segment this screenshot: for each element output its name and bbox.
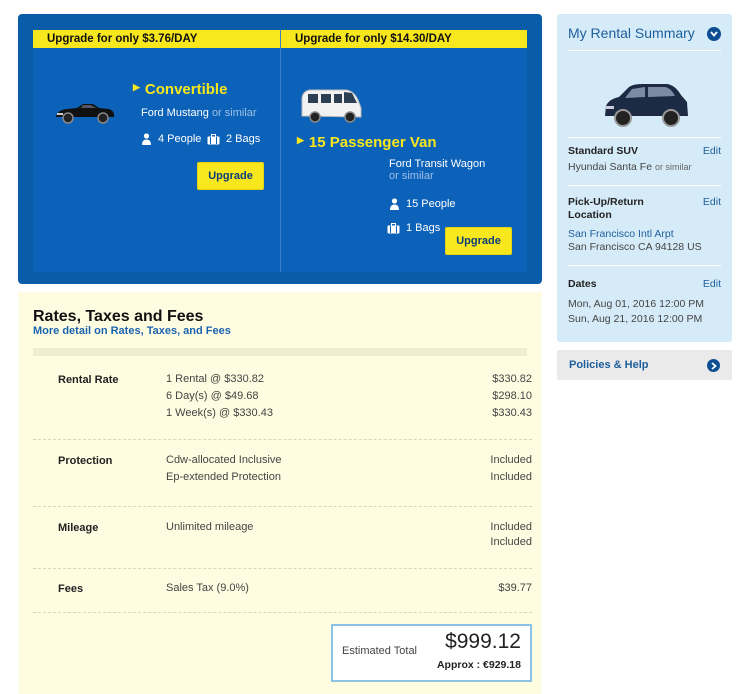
upgrade-option-convertible: Upgrade for only $3.76/DAY ▶ Convertible …	[33, 30, 280, 272]
edit-vehicle-link[interactable]: Edit	[703, 145, 721, 157]
summary-title: My Rental Summary	[568, 25, 695, 41]
vehicle-model-text: Hyundai Santa Fe or similar	[568, 161, 692, 173]
estimated-total-approx: Approx : €929.18	[436, 659, 521, 671]
car-category-title: ▶ Convertible	[133, 81, 228, 98]
rate-heading-rental: Rental Rate	[58, 374, 119, 386]
edit-location-link[interactable]: Edit	[703, 196, 721, 208]
rates-title: Rates, Taxes and Fees	[33, 308, 204, 325]
passenger-capacity: 15 People	[389, 198, 456, 210]
rental-summary: My Rental Summary Standard SUV Edit Hyun…	[557, 14, 732, 342]
rate-heading-mileage: Mileage	[58, 522, 99, 534]
rate-line-desc: Unlimited mileage	[166, 521, 254, 533]
suv-image	[605, 84, 688, 127]
chevron-right-icon	[707, 359, 720, 372]
rate-heading-protection: Protection	[58, 455, 113, 467]
policies-help-label: Policies & Help	[569, 359, 649, 371]
policies-help-button[interactable]: Policies & Help	[557, 350, 732, 380]
return-date-text: Sun, Aug 21, 2016 12:00 PM	[568, 313, 703, 325]
rate-line-amount: $330.82	[492, 373, 532, 385]
rate-line-desc: 1 Week(s) @ $330.43	[166, 407, 273, 419]
rate-line-desc: Sales Tax (9.0%)	[166, 582, 249, 594]
rate-line-amount: $330.43	[492, 407, 532, 419]
car-similar-text: or similar	[389, 170, 434, 182]
rate-divider	[33, 506, 532, 507]
summary-divider	[568, 50, 721, 51]
upgrade-price-banner: Upgrade for only $3.76/DAY	[33, 30, 280, 48]
rate-line-amount: $39.77	[498, 582, 532, 594]
convertible-car-image	[56, 104, 115, 124]
luggage-capacity: 1 Bags	[387, 222, 440, 234]
summary-divider	[568, 185, 721, 186]
rates-panel: Rates, Taxes and Fees More detail on Rat…	[18, 292, 542, 694]
upgrade-button[interactable]: Upgrade	[197, 162, 264, 190]
location-heading: Pick-Up/Return Location	[568, 196, 644, 221]
summary-divider	[568, 137, 721, 138]
rate-divider	[33, 439, 532, 440]
car-category-title: ▶ 15 Passenger Van	[297, 134, 437, 151]
location-name-link[interactable]: San Francisco Intl Arpt	[568, 228, 674, 241]
rate-line-amount: $298.10	[492, 390, 532, 402]
person-icon	[142, 133, 151, 145]
rate-divider	[33, 568, 532, 569]
rate-line-desc: 6 Day(s) @ $49.68	[166, 390, 259, 402]
rate-line-desc: Ep-extended Protection	[166, 471, 281, 483]
estimated-total-label: Estimated Total	[342, 645, 418, 657]
chevron-down-icon[interactable]	[707, 27, 721, 41]
person-icon	[390, 198, 399, 210]
upgrade-panel: Upgrade for only $3.76/DAY ▶ Convertible …	[18, 14, 542, 284]
estimated-total-box: Estimated Total $999.12 Approx : €929.18	[331, 624, 532, 682]
estimated-total-value: $999.12	[445, 630, 521, 653]
luggage-icon	[387, 222, 400, 233]
luggage-icon	[207, 133, 220, 144]
pickup-date-text: Mon, Aug 01, 2016 12:00 PM	[568, 298, 705, 310]
rate-line-amount: Included	[490, 521, 532, 533]
rate-line-amount: Included	[490, 536, 532, 548]
rate-line-amount: Included	[490, 454, 532, 466]
dates-heading: Dates	[568, 278, 597, 290]
car-model-text: Ford Transit Wagon	[389, 158, 486, 170]
rate-divider	[33, 612, 532, 613]
car-model-text: Ford Mustang or similar	[141, 107, 257, 119]
van-image	[301, 89, 362, 123]
summary-divider	[568, 265, 721, 266]
rate-line-desc: Cdw-allocated Inclusive	[166, 454, 282, 466]
upgrade-option-van: Upgrade for only $14.30/DAY ▶ 15 Passenge…	[281, 30, 527, 272]
luggage-capacity: 2 Bags	[207, 133, 260, 145]
rate-line-amount: Included	[490, 471, 532, 483]
rate-line-desc: 1 Rental @ $330.82	[166, 373, 265, 385]
upgrade-price-banner: Upgrade for only $14.30/DAY	[281, 30, 527, 48]
upgrade-button[interactable]: Upgrade	[445, 227, 512, 255]
vehicle-class-heading: Standard SUV	[568, 145, 639, 157]
rates-detail-link[interactable]: More detail on Rates, Taxes, and Fees	[33, 325, 231, 337]
edit-dates-link[interactable]: Edit	[703, 278, 721, 290]
rates-header-band	[33, 348, 527, 356]
passenger-capacity: 4 People	[141, 133, 201, 145]
location-address-text: San Francisco CA 94128 US	[568, 241, 702, 253]
rate-heading-fees: Fees	[58, 583, 84, 595]
